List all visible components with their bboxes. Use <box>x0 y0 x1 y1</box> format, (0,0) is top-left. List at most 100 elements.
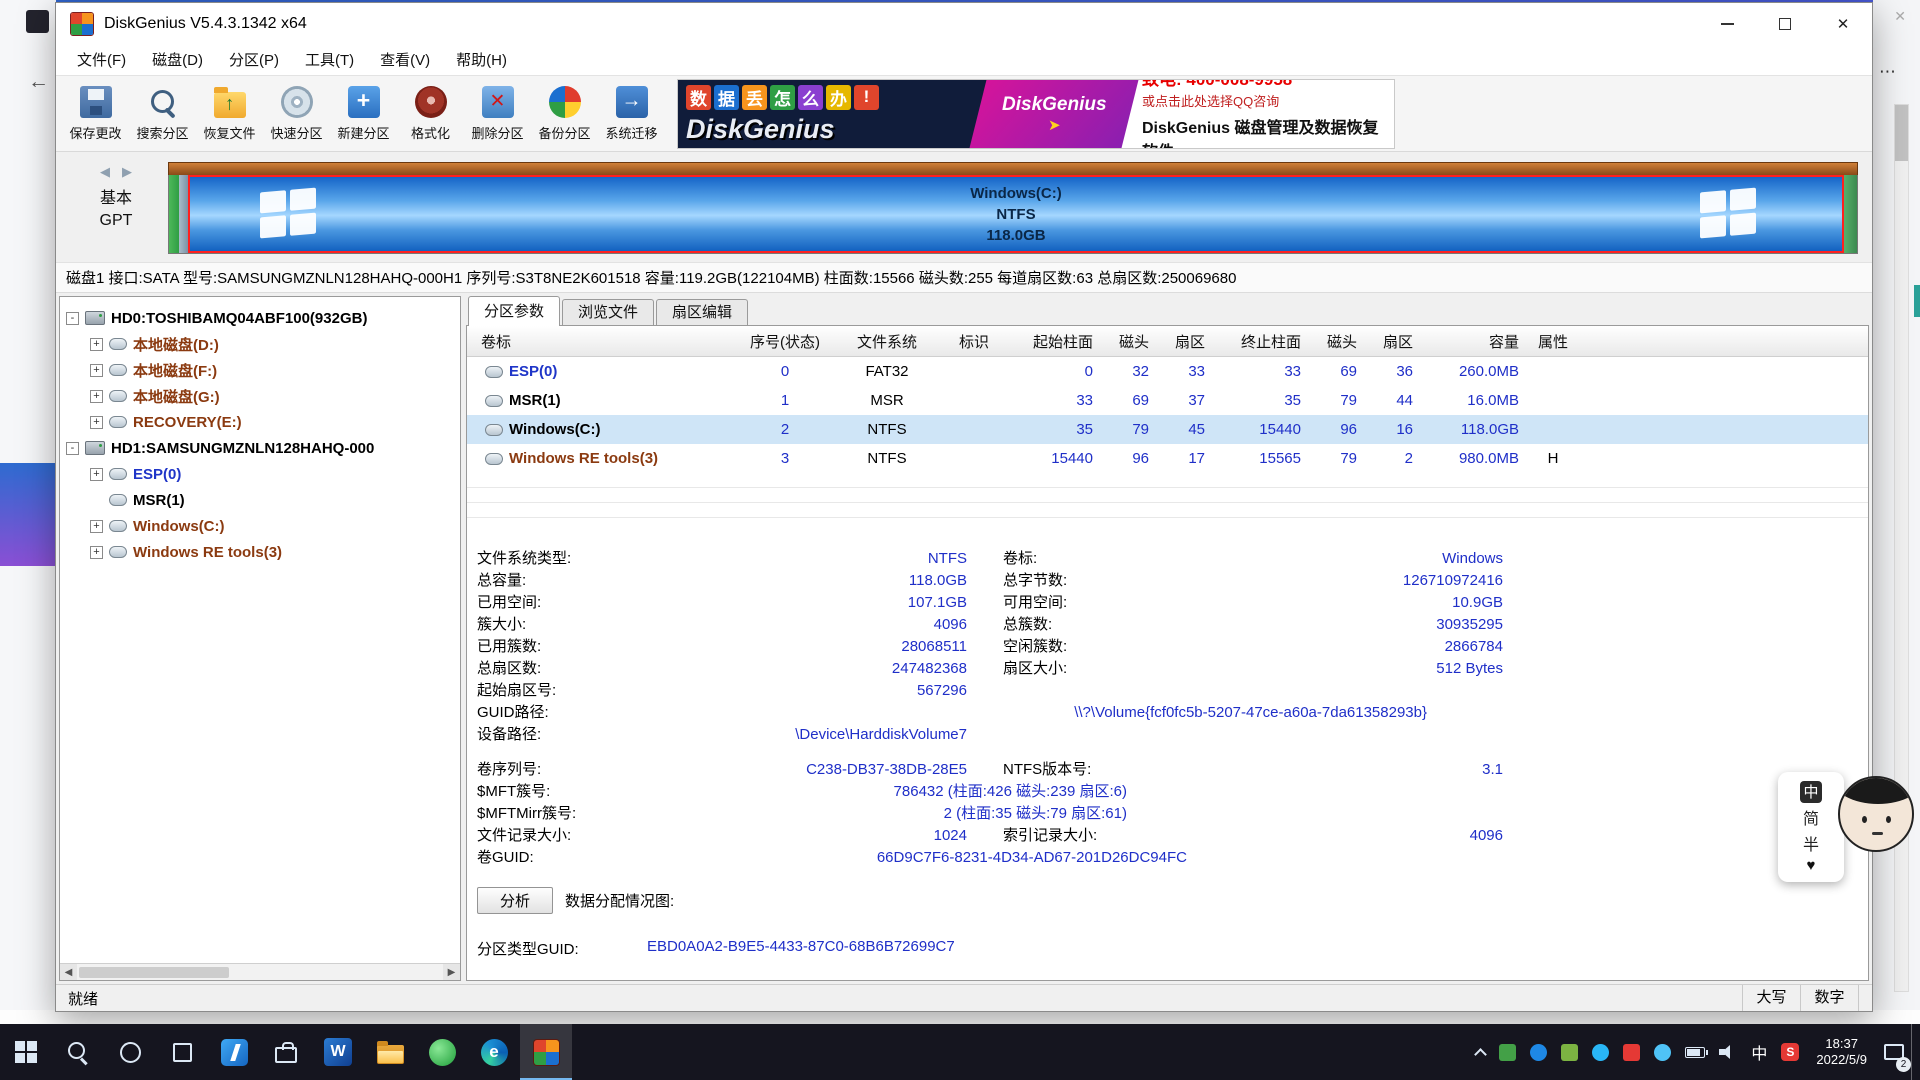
expand-icon[interactable]: + <box>90 520 103 533</box>
expand-icon[interactable]: + <box>90 390 103 403</box>
pinned-app-button[interactable] <box>208 1024 260 1080</box>
expand-icon[interactable]: + <box>90 416 103 429</box>
ad-banner[interactable]: 数 据 丢 怎 么 办 ! DiskGenius DiskGenius ➤ 致电… <box>677 79 1395 149</box>
scroll-right-arrow-icon[interactable]: ▶ <box>443 964 460 980</box>
ime-mascot-avatar[interactable] <box>1838 776 1914 852</box>
file-explorer-button[interactable] <box>364 1024 416 1080</box>
column-header[interactable]: 文件系统 <box>831 331 943 352</box>
tray-app-skyblue[interactable] <box>1647 1024 1678 1080</box>
delete-partition-button[interactable]: 删除分区 <box>464 79 531 149</box>
collapse-icon[interactable]: - <box>66 442 79 455</box>
heart-icon[interactable]: ♥ <box>1807 857 1816 874</box>
menu-help[interactable]: 帮助(H) <box>443 45 520 76</box>
partition-block-re-tools[interactable] <box>1844 175 1857 253</box>
column-header[interactable]: 扇区 <box>1365 331 1421 352</box>
tree-item-windows-c[interactable]: + Windows(C:) <box>66 513 458 539</box>
battery-indicator[interactable] <box>1678 1024 1712 1080</box>
minimize-button[interactable] <box>1698 3 1756 45</box>
start-button[interactable] <box>0 1024 52 1080</box>
table-row-windows-c[interactable]: Windows(C:) 2 NTFS 35 79 45 15440 96 16 … <box>467 415 1868 444</box>
analyze-button[interactable]: 分析 <box>477 887 553 914</box>
menu-disk[interactable]: 磁盘(D) <box>139 45 216 76</box>
tree-item-msr[interactable]: MSR(1) <box>66 487 458 513</box>
sogou-tray-button[interactable]: S <box>1774 1024 1806 1080</box>
save-changes-button[interactable]: 保存更改 <box>62 79 129 149</box>
background-close-icon[interactable]: ✕ <box>1894 8 1906 25</box>
tree-item-local-disk-f[interactable]: + 本地磁盘(F:) <box>66 357 458 383</box>
task-view-button[interactable] <box>156 1024 208 1080</box>
table-row-msr[interactable]: MSR(1) 1 MSR 33 69 37 35 79 44 16.0MB <box>467 386 1868 415</box>
menu-partition[interactable]: 分区(P) <box>216 45 292 76</box>
menu-file[interactable]: 文件(F) <box>64 45 139 76</box>
partition-block-esp[interactable] <box>169 175 179 253</box>
expand-icon[interactable]: + <box>90 364 103 377</box>
tray-app-lightblue[interactable] <box>1585 1024 1616 1080</box>
column-header[interactable]: 序号(状态) <box>739 331 831 352</box>
expand-icon[interactable]: + <box>90 546 103 559</box>
back-arrow-icon[interactable]: ← <box>28 70 49 94</box>
partition-block-msr[interactable] <box>179 175 188 253</box>
menu-view[interactable]: 查看(V) <box>367 45 443 76</box>
backup-partition-button[interactable]: 备份分区 <box>531 79 598 149</box>
column-header[interactable]: 卷标 <box>467 331 739 352</box>
clock[interactable]: 18:37 2022/5/9 <box>1806 1024 1877 1080</box>
expand-icon[interactable]: + <box>90 468 103 481</box>
diskgenius-taskbar-button[interactable] <box>520 1024 572 1080</box>
next-disk-arrow-icon[interactable]: ▶ <box>122 164 132 180</box>
recover-files-button[interactable]: 恢复文件 <box>196 79 263 149</box>
column-header[interactable]: 容量 <box>1421 331 1527 352</box>
format-button[interactable]: 格式化 <box>397 79 464 149</box>
tree-disk-hd1[interactable]: - HD1:SAMSUNGMZNLN128HAHQ-000 <box>66 435 458 461</box>
taskbar-search-button[interactable] <box>52 1024 104 1080</box>
tray-expand-button[interactable] <box>1469 1024 1492 1080</box>
background-vertical-scrollbar[interactable] <box>1894 104 1909 992</box>
prev-disk-arrow-icon[interactable]: ◀ <box>100 164 110 180</box>
column-header[interactable]: 起始柱面 <box>1005 331 1101 352</box>
ime-floating-widget[interactable]: 中 简 半 ♥ <box>1778 772 1844 882</box>
table-row-windows-re-tools[interactable]: Windows RE tools(3) 3 NTFS 15440 96 17 1… <box>467 444 1868 473</box>
column-header[interactable]: 磁头 <box>1101 331 1157 352</box>
system-migration-button[interactable]: 系统迁移 <box>598 79 665 149</box>
tree-item-windows-re-tools[interactable]: + Windows RE tools(3) <box>66 539 458 565</box>
ime-simplified-mode[interactable]: 简 <box>1803 805 1819 829</box>
partition-block-windows-c[interactable]: Windows(C:) NTFS 118.0GB <box>188 175 1844 253</box>
word-button[interactable]: W <box>312 1024 364 1080</box>
column-header[interactable]: 属性 <box>1527 331 1579 352</box>
tree-horizontal-scrollbar[interactable]: ◀ ▶ <box>60 963 460 980</box>
ime-language-indicator[interactable]: 中 <box>1744 1024 1774 1080</box>
action-center-button[interactable]: 2 <box>1877 1024 1911 1080</box>
tray-app-green-square[interactable] <box>1554 1024 1585 1080</box>
ime-halfwidth-mode[interactable]: 半 <box>1803 831 1819 855</box>
edge-button[interactable]: e <box>468 1024 520 1080</box>
ime-chinese-mode[interactable]: 中 <box>1800 781 1822 803</box>
tree-item-recovery-e[interactable]: + RECOVERY(E:) <box>66 409 458 435</box>
browser-button[interactable] <box>416 1024 468 1080</box>
quick-partition-button[interactable]: 快速分区 <box>263 79 330 149</box>
search-partition-button[interactable]: 搜索分区 <box>129 79 196 149</box>
column-header[interactable]: 扇区 <box>1157 331 1213 352</box>
new-partition-button[interactable]: 新建分区 <box>330 79 397 149</box>
cortana-button[interactable] <box>104 1024 156 1080</box>
table-row-esp[interactable]: ESP(0) 0 FAT32 0 32 33 33 69 36 260.0MB <box>467 357 1868 386</box>
tray-app-red[interactable] <box>1616 1024 1647 1080</box>
scrollbar-thumb[interactable] <box>1895 105 1908 161</box>
column-header[interactable]: 终止柱面 <box>1213 331 1309 352</box>
show-desktop-button[interactable] <box>1911 1024 1920 1080</box>
close-button[interactable]: ✕ <box>1814 3 1872 45</box>
ad-qq-link[interactable]: 或点击此处选择QQ咨询 <box>1142 91 1394 110</box>
column-header[interactable]: 标识 <box>943 331 1005 352</box>
tray-app-green[interactable] <box>1492 1024 1523 1080</box>
expand-icon[interactable]: + <box>90 338 103 351</box>
tab-browse-files[interactable]: 浏览文件 <box>562 299 654 326</box>
tab-sector-editor[interactable]: 扇区编辑 <box>656 299 748 326</box>
tree-item-local-disk-g[interactable]: + 本地磁盘(G:) <box>66 383 458 409</box>
menu-tools[interactable]: 工具(T) <box>292 45 367 76</box>
column-header[interactable]: 磁头 <box>1309 331 1365 352</box>
tree-disk-hd0[interactable]: - HD0:TOSHIBAMQ04ABF100(932GB) <box>66 305 458 331</box>
tree-item-local-disk-d[interactable]: + 本地磁盘(D:) <box>66 331 458 357</box>
collapse-icon[interactable]: - <box>66 312 79 325</box>
tray-app-blue-circle[interactable] <box>1523 1024 1554 1080</box>
scroll-left-arrow-icon[interactable]: ◀ <box>60 964 77 980</box>
scrollbar-track[interactable] <box>77 964 443 980</box>
store-button[interactable] <box>260 1024 312 1080</box>
